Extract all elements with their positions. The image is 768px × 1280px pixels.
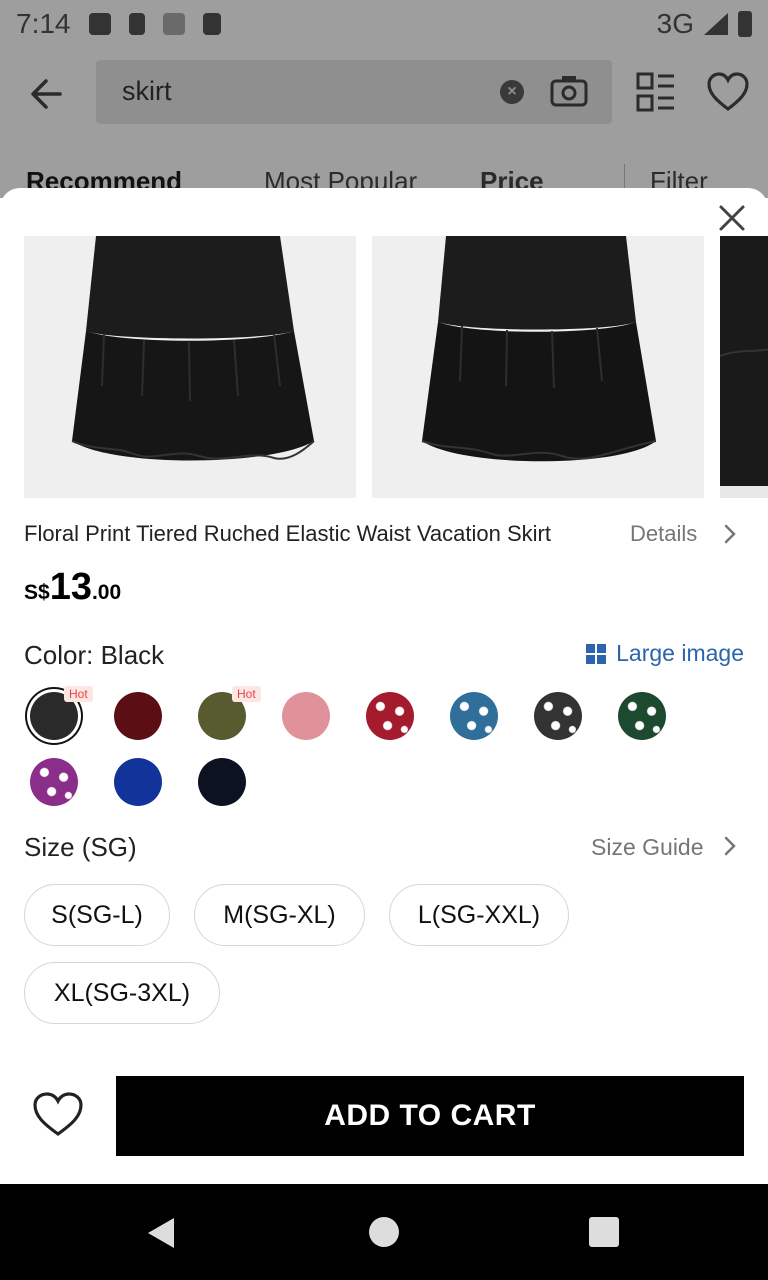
product-image[interactable]	[720, 236, 768, 498]
large-image-label: Large image	[616, 640, 744, 666]
add-to-cart-button[interactable]: ADD TO CART	[116, 1076, 744, 1156]
list-view-icon[interactable]	[636, 72, 676, 112]
status-time: 7:14	[16, 8, 71, 39]
search-query: skirt	[122, 76, 172, 106]
chevron-right-icon[interactable]	[720, 522, 740, 546]
color-swatch-burgundy[interactable]	[114, 692, 162, 740]
size-row: Size (SG) Size Guide	[24, 832, 744, 868]
color-swatch-green-floral[interactable]	[618, 692, 666, 740]
large-image-toggle[interactable]: Large image	[586, 640, 744, 667]
product-title: Floral Print Tiered Ruched Elastic Waist…	[24, 521, 551, 546]
wifi-signal-icon	[162, 13, 185, 35]
cloud-notification-icon	[88, 13, 111, 35]
size-option-m[interactable]: M(SG-XL)	[194, 884, 365, 946]
size-option-s[interactable]: S(SG-L)	[24, 884, 170, 946]
color-swatch-pink[interactable]	[282, 692, 330, 740]
color-label: Color: Black	[24, 640, 165, 670]
price-currency: S$	[24, 581, 50, 604]
product-image[interactable]	[24, 236, 356, 498]
price-decimal: .00	[91, 581, 122, 604]
chevron-right-icon[interactable]	[720, 834, 740, 858]
camera-icon[interactable]	[550, 74, 588, 108]
back-arrow-icon[interactable]	[24, 70, 72, 118]
color-swatch-blue-floral[interactable]	[450, 692, 498, 740]
nav-back-icon[interactable]	[144, 1216, 178, 1250]
color-swatch-royal-blue[interactable]	[114, 758, 162, 806]
hot-badge: Hot	[232, 686, 261, 702]
price-integer: 13	[49, 566, 92, 608]
nav-home-icon[interactable]	[369, 1217, 399, 1247]
download-notification-icon	[128, 13, 145, 35]
system-nav-bar	[0, 1184, 768, 1280]
product-image-gallery[interactable]	[24, 236, 768, 498]
nav-recents-icon[interactable]	[589, 1217, 619, 1247]
color-swatch-black-floral[interactable]	[534, 692, 582, 740]
color-swatch-purple-floral[interactable]	[30, 758, 78, 806]
size-guide-link[interactable]: Size Guide	[591, 834, 704, 861]
network-type: 3G	[656, 8, 694, 39]
color-swatch-red-floral[interactable]	[366, 692, 414, 740]
size-label: Size (SG)	[24, 832, 137, 862]
battery-icon	[738, 11, 752, 37]
color-swatch-navy[interactable]	[198, 758, 246, 806]
clear-search-icon[interactable]: ×	[500, 80, 524, 104]
product-price: S$13.00	[24, 566, 121, 609]
wishlist-heart-icon[interactable]	[706, 72, 750, 112]
details-link[interactable]: Details	[630, 521, 697, 547]
grid-icon	[586, 643, 607, 664]
sd-card-icon	[202, 13, 221, 35]
hot-badge: Hot	[64, 686, 93, 702]
search-header: skirt ×	[0, 48, 768, 158]
cell-signal-icon	[704, 13, 728, 35]
product-image[interactable]	[372, 236, 704, 498]
product-title-row: Floral Print Tiered Ruched Elastic Waist…	[24, 518, 744, 554]
product-options-sheet: Floral Print Tiered Ruched Elastic Waist…	[0, 188, 768, 1184]
close-icon[interactable]	[712, 198, 752, 238]
size-option-l[interactable]: L(SG-XXL)	[389, 884, 569, 946]
size-option-xl[interactable]: XL(SG-3XL)	[24, 962, 220, 1024]
add-to-wishlist-heart-icon[interactable]	[32, 1092, 84, 1138]
search-input[interactable]: skirt ×	[96, 60, 612, 124]
status-bar: 7:14 3G	[0, 0, 768, 48]
color-row: Color: Black Large image	[24, 640, 744, 676]
